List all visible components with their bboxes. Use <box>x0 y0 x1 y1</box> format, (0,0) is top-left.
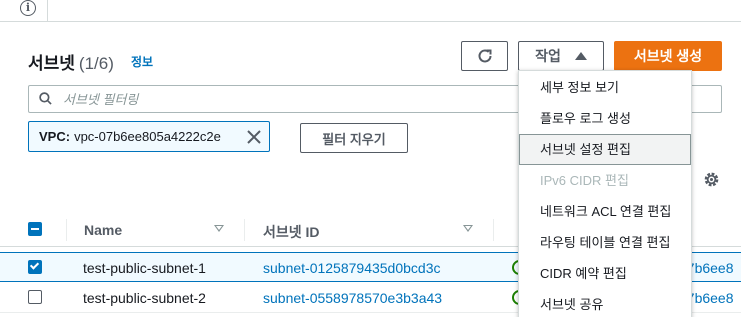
clear-filters-button[interactable]: 필터 지우기 <box>300 123 408 153</box>
subnet-id-link[interactable]: subnet-0558978570e3b3a43 <box>263 290 442 306</box>
refresh-icon <box>478 49 491 63</box>
filter-token-value: vpc-07b6ee805a4222c2e <box>74 129 221 144</box>
menu-item-edit-ipv6-cidr: IPv6 CIDR 편집 <box>540 173 629 188</box>
row-checkbox[interactable] <box>28 290 42 304</box>
page-title: 서브넷 (1/6) <box>28 49 114 74</box>
page-title-text: 서브넷 <box>28 54 75 73</box>
refresh-button[interactable] <box>461 41 508 71</box>
column-separator <box>493 219 494 241</box>
subnets-page: i 서브넷(1/6) 정보 작업 서브넷 생성 VPC: vpc-07b6ee8… <box>0 0 741 317</box>
create-subnet-button[interactable]: 서브넷 생성 <box>614 41 722 71</box>
subnet-name: test-public-subnet-2 <box>83 290 206 306</box>
menu-item-share-subnet[interactable]: 서브넷 공유 <box>519 289 691 317</box>
info-circle-icon[interactable]: i <box>20 0 36 16</box>
select-all-checkbox[interactable] <box>28 222 42 236</box>
column-header-subnet-id[interactable]: 서브넷 ID <box>263 222 320 242</box>
toolbar-divider <box>47 0 48 22</box>
search-icon <box>39 92 52 105</box>
menu-item-create-flow-log[interactable]: 플로우 로그 생성 <box>519 103 691 134</box>
actions-button-label: 작업 <box>535 48 561 64</box>
column-separator <box>66 219 67 241</box>
column-separator <box>244 219 245 241</box>
menu-item-edit-route-table[interactable]: 라우팅 테이블 연결 편집 <box>519 227 691 258</box>
info-link[interactable]: 정보 <box>131 53 153 70</box>
column-header-name[interactable]: Name <box>84 222 122 238</box>
menu-item-edit-subnet-settings[interactable]: 서브넷 설정 편집 <box>519 134 691 165</box>
actions-dropdown-menu: 세부 정보 보기 플로우 로그 생성 서브넷 설정 편집 IPv6 CIDR 편… <box>518 70 692 317</box>
search-input[interactable] <box>63 86 523 112</box>
caret-up-icon <box>574 52 587 60</box>
top-toolbar: i <box>0 0 741 22</box>
selection-count: (1/6) <box>78 54 114 73</box>
menu-item-edit-network-acl[interactable]: 네트워크 ACL 연결 편집 <box>519 196 691 227</box>
filter-token: VPC: vpc-07b6ee805a4222c2e <box>28 121 270 152</box>
menu-item-edit-cidr-reservations[interactable]: CIDR 예약 편집 <box>519 258 691 289</box>
close-icon[interactable] <box>245 128 263 146</box>
filter-token-key: VPC: <box>39 129 71 144</box>
actions-button[interactable]: 작업 <box>518 41 604 71</box>
subnet-name: test-public-subnet-1 <box>83 260 206 276</box>
menu-item-view-details[interactable]: 세부 정보 보기 <box>519 72 691 103</box>
sort-icon[interactable] <box>214 225 224 232</box>
row-checkbox[interactable] <box>28 260 42 274</box>
subnet-id-link[interactable]: subnet-0125879435d0bcd3c <box>263 260 441 276</box>
gear-icon[interactable] <box>702 170 721 189</box>
sort-icon[interactable] <box>463 225 473 232</box>
